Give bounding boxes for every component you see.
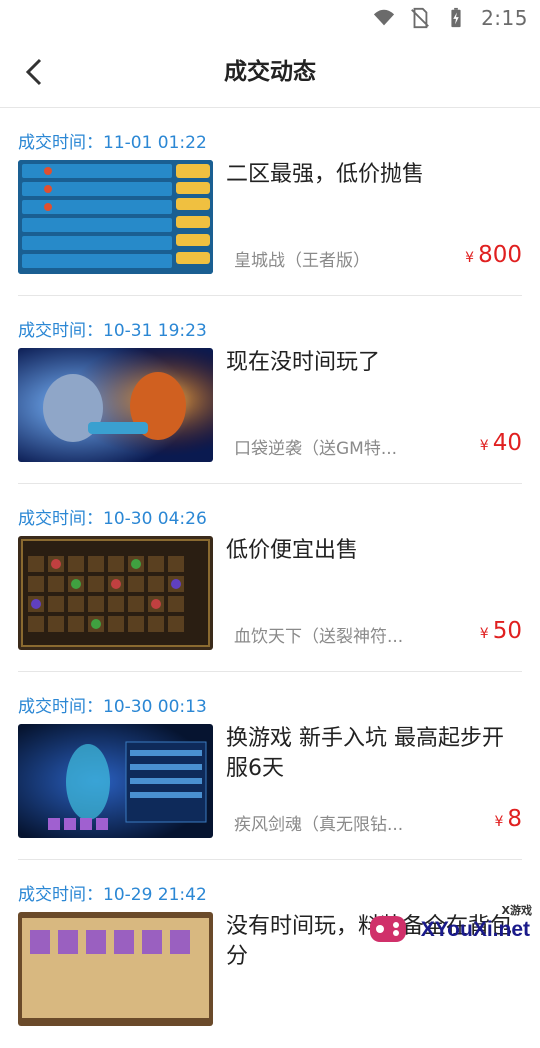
no-sim-icon [411,7,429,29]
trade-title: 二区最强，低价抛售 [226,162,425,187]
price: ¥800 [465,242,522,268]
wifi-icon [373,9,395,26]
currency-symbol: ¥ [465,250,475,266]
game-thumbnail [18,724,213,838]
header: 成交动态 [0,36,540,108]
price: ¥50 [480,618,522,644]
battery-charging-icon [451,7,461,28]
trade-time: 成交时间：10-31 19:23 [18,321,207,341]
trade-title: 现在没时间玩了 [226,350,381,375]
game-thumbnail [18,348,213,462]
price-amount: 8 [507,806,522,832]
currency-symbol: ¥ [494,814,504,830]
currency-symbol: ¥ [479,626,489,642]
list-item[interactable]: 成交时间：10-31 19:23 现在没时间玩了 口袋逆袭（送GM特... ¥4… [18,296,522,484]
game-thumbnail [18,160,213,274]
page-title: 成交动态 [224,59,316,85]
status-time: 2:15 [481,6,528,30]
trade-time: 成交时间：10-30 00:13 [18,697,207,717]
price-amount: 800 [478,242,522,268]
game-name: 血饮天下（送裂神符... [234,627,404,647]
watermark-text: XYouXi.net [420,918,530,941]
trade-title: 低价便宜出售 [226,538,359,563]
trade-time: 成交时间：10-30 04:26 [18,509,207,529]
watermark-small-text: X游戏 [501,904,532,917]
status-bar: 2:15 [0,0,540,36]
trade-time: 成交时间：10-29 21:42 [18,885,207,905]
game-name: 疾风剑魂（真无限钻... [234,815,404,835]
gamepad-logo-icon [370,916,406,942]
list-item[interactable]: 成交时间：10-30 04:26 低价便宜出售 血饮天下（送裂神符... ¥50 [18,484,522,672]
price-amount: 40 [492,430,522,456]
site-watermark: X游戏 XYouXi.net [368,900,538,960]
game-name: 皇城战（王者版） [234,251,370,271]
trade-title: 换游戏 新手入坑 最高起步开服6天 [226,726,504,781]
game-thumbnail [18,912,213,1026]
game-name: 口袋逆袭（送GM特... [234,439,398,459]
trade-time: 成交时间：11-01 01:22 [18,133,207,153]
currency-symbol: ¥ [479,438,489,454]
list-item[interactable]: 成交时间：11-01 01:22 二区最强，低价抛售 皇城战（王者版） ¥ 80… [18,108,522,296]
price: ¥40 [480,430,522,456]
price: ¥8 [494,806,522,832]
list-item[interactable]: 成交时间：10-30 00:13 换游戏 新手入坑 最高起步开服6天 疾风剑魂（… [18,672,522,860]
game-thumbnail [18,536,213,650]
price-amount: 50 [492,618,522,644]
